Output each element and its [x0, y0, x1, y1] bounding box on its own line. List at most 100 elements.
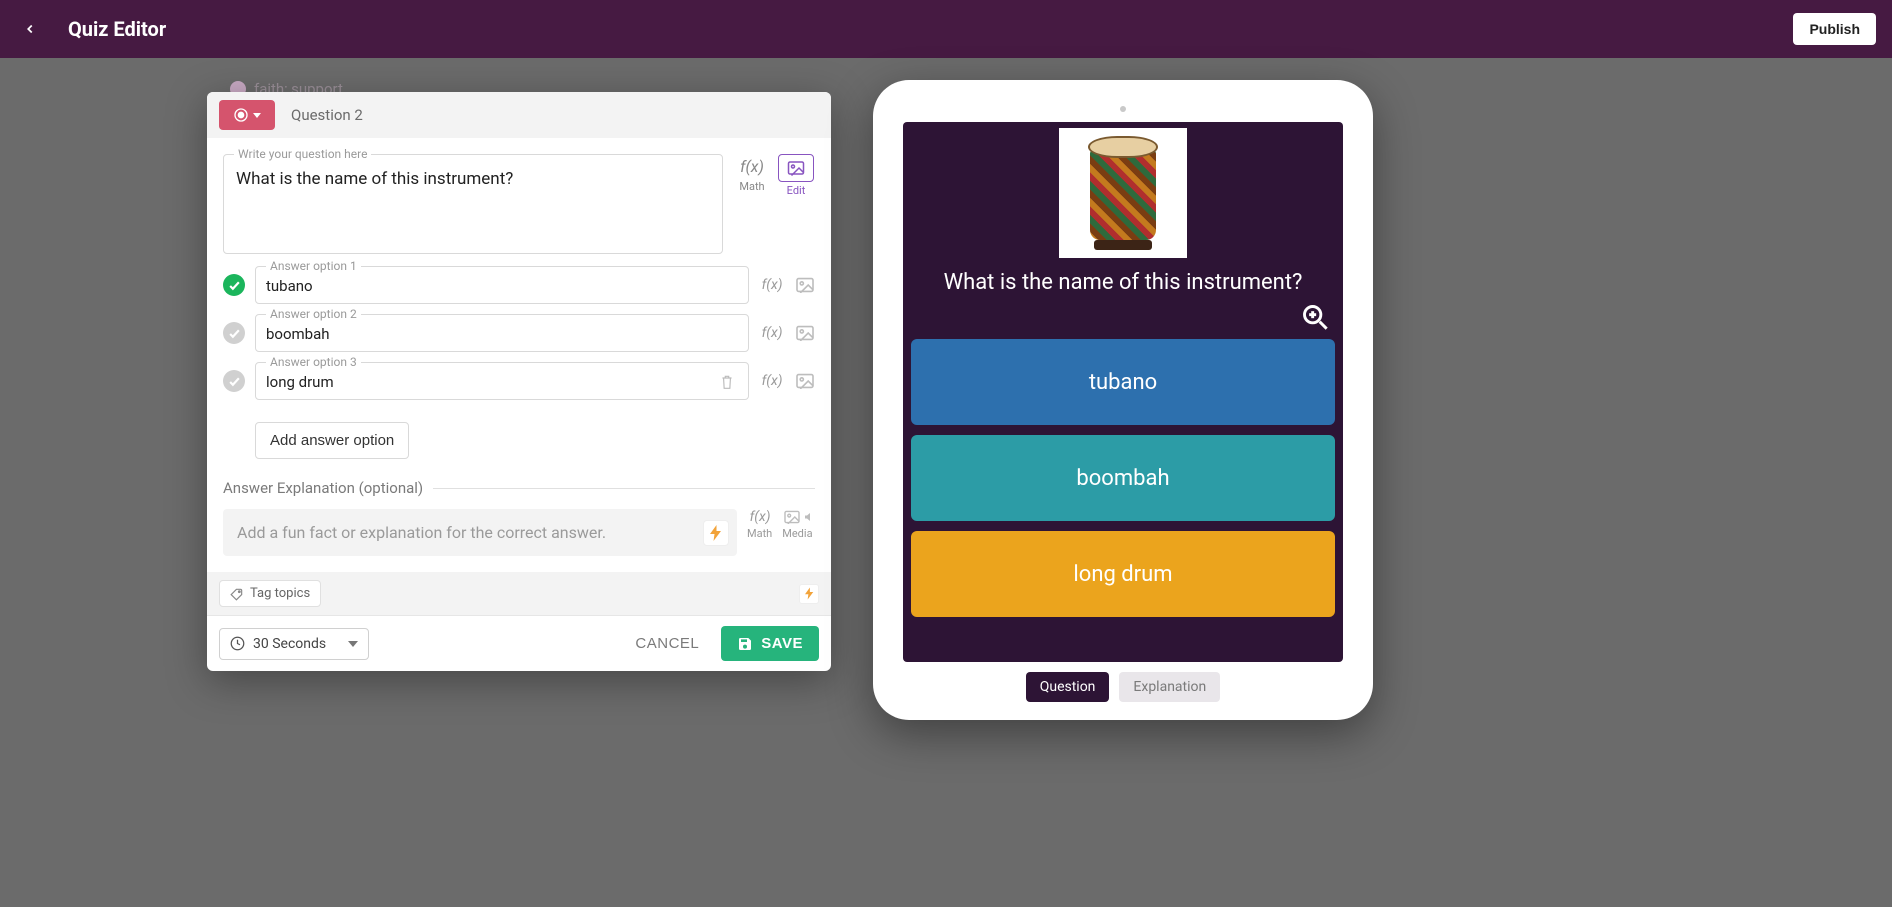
- question-input[interactable]: Write your question here What is the nam…: [223, 154, 723, 254]
- preview-answer-option[interactable]: long drum: [911, 531, 1335, 617]
- preview-tab-question[interactable]: Question: [1026, 672, 1110, 702]
- explanation-side-actions: f(x) Math Media: [747, 509, 815, 540]
- answers-container: Answer option 1tubanof(x)Answer option 2…: [223, 266, 815, 410]
- add-answer-option-button[interactable]: Add answer option: [255, 422, 409, 459]
- check-icon: [228, 327, 241, 340]
- workspace: faith; support Question 2 Write your que…: [0, 58, 1892, 907]
- check-icon: [228, 375, 241, 388]
- tag-topics-label: Tag topics: [250, 586, 310, 601]
- answer-image-button[interactable]: [795, 277, 815, 293]
- tag-icon: [230, 587, 244, 601]
- explanation-heading-row: Answer Explanation (optional): [223, 479, 815, 497]
- explanation-heading: Answer Explanation (optional): [223, 479, 423, 497]
- answer-input[interactable]: Answer option 2boombah: [255, 314, 749, 352]
- tag-ai-button[interactable]: [799, 584, 819, 604]
- explanation-ai-button[interactable]: [703, 520, 729, 546]
- question-number-label: Question 2: [291, 106, 363, 124]
- save-button[interactable]: SAVE: [721, 626, 819, 661]
- answer-math-button[interactable]: f(x): [759, 277, 785, 293]
- divider-line: [433, 488, 815, 489]
- question-text: What is the name of this instrument?: [236, 169, 710, 189]
- publish-button[interactable]: Publish: [1793, 13, 1876, 45]
- preview-answer-option[interactable]: boombah: [911, 435, 1335, 521]
- answer-math-button[interactable]: f(x): [759, 373, 785, 389]
- preview-tabs: Question Explanation: [903, 672, 1343, 702]
- time-limit-label: 30 Seconds: [253, 636, 326, 652]
- preview-question-image: [1059, 128, 1187, 258]
- chevron-down-icon: [253, 113, 261, 118]
- explanation-input[interactable]: Add a fun fact or explanation for the co…: [223, 509, 737, 556]
- panel-header: Question 2: [207, 92, 831, 138]
- footer-actions: CANCEL SAVE: [625, 626, 819, 661]
- explanation-placeholder: Add a fun fact or explanation for the co…: [237, 523, 606, 542]
- bolt-icon: [805, 587, 814, 600]
- image-icon: [795, 325, 815, 341]
- explanation-media-label: Media: [782, 527, 812, 540]
- page-title: Quiz Editor: [68, 17, 166, 41]
- top-bar-left: Quiz Editor: [16, 15, 166, 43]
- top-bar: Quiz Editor Publish: [0, 0, 1892, 58]
- question-edit-label: Edit: [787, 184, 806, 197]
- answer-image-button[interactable]: [795, 373, 815, 389]
- mark-correct-toggle[interactable]: [223, 274, 245, 296]
- question-math-label: Math: [739, 180, 764, 193]
- question-type-dropdown[interactable]: [219, 100, 275, 130]
- check-icon: [228, 279, 241, 292]
- preview-screen: What is the name of this instrument? tub…: [903, 122, 1343, 662]
- question-placeholder-label: Write your question here: [234, 147, 371, 161]
- panel-footer: 30 Seconds CANCEL SAVE: [207, 615, 831, 671]
- question-media-edit-button[interactable]: Edit: [777, 154, 815, 197]
- answer-input[interactable]: Answer option 1tubano: [255, 266, 749, 304]
- question-editor-panel: Question 2 Write your question here What…: [207, 92, 831, 671]
- image-icon: [795, 373, 815, 389]
- question-side-actions: f(x) Math Edit: [733, 154, 815, 197]
- delete-answer-button[interactable]: [716, 374, 738, 390]
- zoom-in-button[interactable]: [1301, 303, 1329, 331]
- question-row: Write your question here What is the nam…: [223, 154, 815, 254]
- chevron-left-icon: [23, 22, 37, 36]
- answer-row: Answer option 1tubano f(x): [223, 266, 815, 304]
- answer-math-button[interactable]: f(x): [759, 325, 785, 341]
- time-limit-dropdown[interactable]: 30 Seconds: [219, 628, 369, 660]
- preview-question-text: What is the name of this instrument?: [911, 266, 1335, 295]
- trash-icon: [720, 374, 734, 390]
- cancel-button[interactable]: CANCEL: [625, 627, 709, 660]
- image-icon: [787, 160, 805, 176]
- answer-image-button[interactable]: [795, 325, 815, 341]
- save-icon: [737, 636, 753, 652]
- tag-topics-button[interactable]: Tag topics: [219, 580, 321, 607]
- answer-value: boombah: [266, 325, 738, 343]
- explanation-math-label: Math: [747, 527, 772, 540]
- tag-row: Tag topics: [207, 572, 831, 615]
- zoom-in-icon: [1301, 303, 1329, 331]
- clock-icon: [230, 636, 245, 651]
- question-math-button[interactable]: f(x) Math: [733, 154, 771, 193]
- answer-option-label: Answer option 2: [266, 307, 361, 321]
- answer-row: Answer option 2boombah f(x): [223, 314, 815, 352]
- back-button[interactable]: [16, 15, 44, 43]
- drum-illustration: [1088, 136, 1158, 250]
- mark-correct-toggle[interactable]: [223, 370, 245, 392]
- zoom-row: [911, 303, 1335, 331]
- panel-body: Write your question here What is the nam…: [207, 138, 831, 572]
- save-button-label: SAVE: [761, 635, 803, 652]
- answer-option-label: Answer option 3: [266, 355, 361, 369]
- preview-tab-explanation[interactable]: Explanation: [1119, 672, 1220, 702]
- mark-correct-toggle[interactable]: [223, 322, 245, 344]
- preview-options: tubano boombah long drum: [911, 339, 1335, 617]
- explanation-row: Add a fun fact or explanation for the co…: [223, 509, 815, 556]
- device-camera-dot: [1120, 106, 1126, 112]
- image-icon: [783, 510, 801, 524]
- preview-answer-option[interactable]: tubano: [911, 339, 1335, 425]
- explanation-media-button[interactable]: [783, 510, 815, 524]
- target-icon: [233, 107, 249, 123]
- chevron-down-icon: [348, 641, 358, 647]
- audio-icon: [803, 510, 815, 524]
- bolt-icon: [710, 525, 722, 541]
- answer-value: long drum: [266, 373, 716, 391]
- explanation-math-button[interactable]: f(x): [747, 509, 773, 525]
- answer-input[interactable]: Answer option 3long drum: [255, 362, 749, 400]
- answer-value: tubano: [266, 277, 738, 295]
- preview-device: What is the name of this instrument? tub…: [873, 80, 1373, 720]
- image-icon: [795, 277, 815, 293]
